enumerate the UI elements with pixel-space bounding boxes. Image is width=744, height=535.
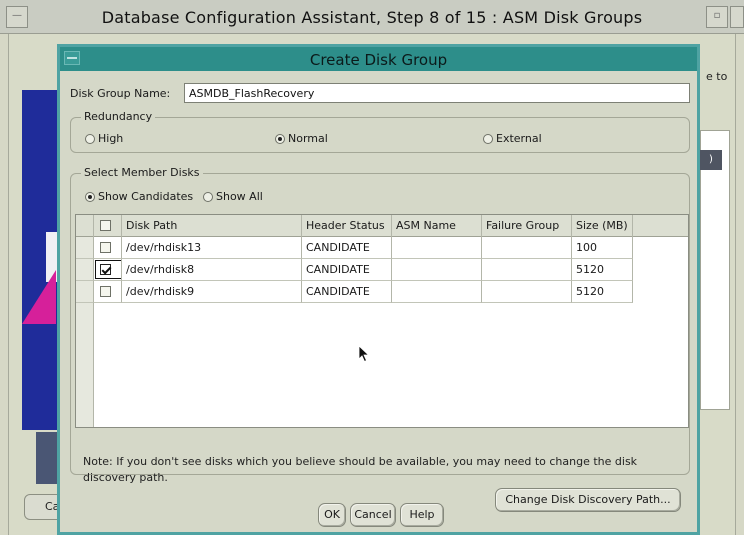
- header-status-cell: CANDIDATE: [302, 237, 392, 259]
- mouse-pointer-icon: [358, 345, 370, 363]
- column-header-size[interactable]: Size (MB): [572, 215, 633, 237]
- disk-group-name-input[interactable]: [184, 83, 690, 103]
- radio-indicator-selected: [85, 191, 95, 202]
- redundancy-normal-radio[interactable]: Normal: [275, 132, 328, 145]
- asm-name-cell[interactable]: [392, 259, 482, 281]
- redundancy-normal-label: Normal: [288, 132, 328, 145]
- row-select-cell[interactable]: [94, 259, 122, 281]
- create-disk-group-dialog: Create Disk Group Disk Group Name: Redun…: [57, 44, 700, 535]
- radio-indicator-selected: [275, 133, 285, 144]
- minimize-button[interactable]: ▫: [706, 6, 728, 28]
- cancel-button[interactable]: Cancel: [350, 503, 396, 527]
- row-checkbox[interactable]: [100, 286, 111, 297]
- member-disks-group: Select Member Disks Show Candidates Show…: [70, 166, 690, 512]
- select-all-checkbox[interactable]: [100, 220, 111, 231]
- size-cell: 5120: [572, 281, 633, 303]
- failure-group-cell[interactable]: [482, 281, 572, 303]
- row-select-cell[interactable]: [94, 281, 122, 303]
- radio-indicator: [483, 133, 493, 144]
- asm-name-cell[interactable]: [392, 237, 482, 259]
- redundancy-high-radio[interactable]: High: [85, 132, 123, 145]
- asm-name-cell[interactable]: [392, 281, 482, 303]
- outer-list-selected-row: ): [700, 150, 722, 170]
- row-stub-empty: [76, 303, 94, 427]
- failure-group-cell[interactable]: [482, 259, 572, 281]
- size-cell: 100: [572, 237, 633, 259]
- redundancy-high-label: High: [98, 132, 124, 145]
- outer-partial-text: e to: [706, 70, 728, 83]
- outer-disk-group-list: [700, 130, 730, 410]
- outer-window-titlebar: — Database Configuration Assistant, Step…: [0, 0, 744, 34]
- column-header-disk-path[interactable]: Disk Path: [122, 215, 302, 237]
- disk-group-name-label: Disk Group Name:: [70, 87, 171, 100]
- column-header-header-status[interactable]: Header Status: [302, 215, 392, 237]
- window-menu-button[interactable]: —: [6, 6, 28, 28]
- row-stub: [76, 259, 94, 281]
- header-select-all[interactable]: [94, 215, 122, 237]
- table-row[interactable]: /dev/rhdisk13 CANDIDATE 100: [76, 237, 633, 259]
- show-candidates-label: Show Candidates: [98, 190, 194, 203]
- disk-table: Disk Path Header Status ASM Name Failure…: [75, 214, 689, 428]
- column-header-asm-name[interactable]: ASM Name: [392, 215, 482, 237]
- disk-path-cell: /dev/rhdisk8: [122, 259, 302, 281]
- outer-window-title: Database Configuration Assistant, Step 8…: [101, 8, 643, 27]
- row-stub: [76, 281, 94, 303]
- column-header-failure-group[interactable]: Failure Group: [482, 215, 572, 237]
- row-stub: [76, 237, 94, 259]
- redundancy-legend: Redundancy: [81, 110, 156, 123]
- redundancy-external-radio[interactable]: External: [483, 132, 542, 145]
- change-discovery-path-button[interactable]: Change Disk Discovery Path...: [495, 488, 681, 512]
- table-header: Disk Path Header Status ASM Name Failure…: [76, 215, 688, 237]
- show-all-radio[interactable]: Show All: [203, 190, 263, 203]
- maximize-button[interactable]: [730, 6, 744, 28]
- disk-path-cell: /dev/rhdisk13: [122, 237, 302, 259]
- size-cell: 5120: [572, 259, 633, 281]
- header-status-cell: CANDIDATE: [302, 281, 392, 303]
- failure-group-cell[interactable]: [482, 237, 572, 259]
- wizard-artwork-arrow: [22, 270, 56, 324]
- row-checkbox-checked[interactable]: [100, 264, 111, 275]
- radio-indicator: [203, 191, 213, 202]
- radio-indicator: [85, 133, 95, 144]
- header-status-cell: CANDIDATE: [302, 259, 392, 281]
- member-disks-legend: Select Member Disks: [81, 166, 203, 179]
- dialog-title: Create Disk Group: [309, 51, 448, 69]
- redundancy-group: Redundancy High Normal External: [70, 110, 690, 153]
- show-candidates-radio[interactable]: Show Candidates: [85, 190, 193, 203]
- table-row[interactable]: /dev/rhdisk8 CANDIDATE 5120: [76, 259, 633, 281]
- disk-path-cell: /dev/rhdisk9: [122, 281, 302, 303]
- show-all-label: Show All: [216, 190, 263, 203]
- discovery-note: Note: If you don't see disks which you b…: [83, 455, 638, 484]
- redundancy-external-label: External: [496, 132, 542, 145]
- help-button[interactable]: Help: [400, 503, 444, 527]
- dialog-titlebar[interactable]: Create Disk Group: [60, 47, 697, 71]
- row-checkbox[interactable]: [100, 242, 111, 253]
- header-row-stub: [76, 215, 94, 237]
- ok-button[interactable]: OK: [318, 503, 346, 527]
- table-row[interactable]: /dev/rhdisk9 CANDIDATE 5120: [76, 281, 633, 303]
- row-select-cell[interactable]: [94, 237, 122, 259]
